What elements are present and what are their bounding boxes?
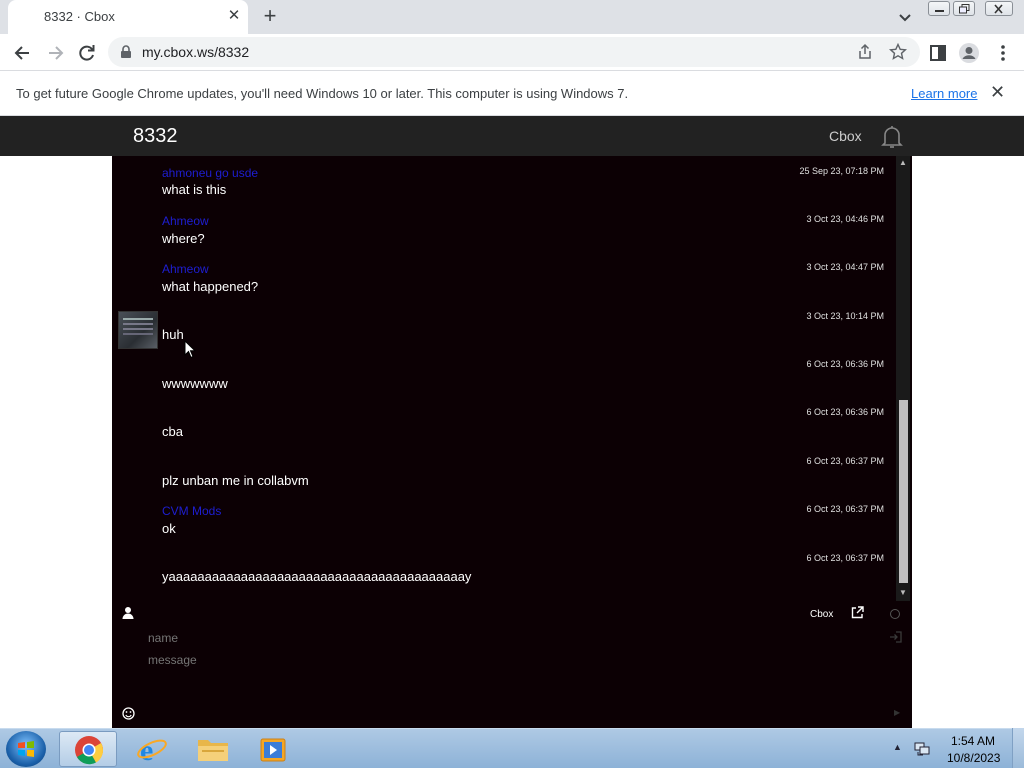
scroll-up-icon[interactable]: ▲ [898,158,908,167]
tab-strip: 8332 · Cbox ✕ + [0,0,1024,34]
new-tab-button[interactable]: + [258,5,282,29]
show-desktop-button[interactable] [1012,728,1024,768]
bookmark-star-icon[interactable] [889,43,907,61]
message-input[interactable] [148,653,848,667]
message-text: plz unban me in collabvm [162,473,309,488]
tab-close-icon[interactable]: ✕ [224,6,244,26]
close-icon [994,4,1003,14]
tray-expand-icon[interactable]: ▲ [893,742,902,752]
message-text: wwwwwww [162,376,228,391]
media-player-icon [260,738,286,762]
close-window-button[interactable] [985,1,1013,16]
taskbar-file-explorer[interactable] [184,731,242,767]
message-timestamp: 6 Oct 23, 06:37 PM [806,456,884,466]
message-username[interactable]: Ahmeow [162,214,209,228]
minimize-icon [935,10,944,12]
message-text: what is this [162,182,227,197]
browser-toolbar: my.cbox.ws/8332 [0,34,1024,71]
clock-time[interactable]: 1:54 AM [951,734,995,748]
start-button[interactable] [6,731,46,767]
message-text: what happened? [162,279,259,294]
back-icon[interactable] [10,40,36,66]
message-username[interactable]: CVM Mods [162,504,221,518]
cbox-brand-link[interactable]: Cbox [829,128,862,144]
message-timestamp: 6 Oct 23, 06:36 PM [806,359,884,369]
message-timestamp: 3 Oct 23, 04:47 PM [806,262,884,272]
menu-kebab-icon[interactable] [992,42,1014,64]
bell-icon[interactable] [880,124,904,150]
message-username[interactable]: ahmoneu go usde [162,166,258,180]
address-bar[interactable]: my.cbox.ws/8332 [108,37,920,67]
chat-scrollbar[interactable]: ▲ ▼ [896,156,910,601]
folder-icon [198,740,228,761]
infobar-message: To get future Google Chrome updates, you… [16,86,629,101]
login-icon[interactable] [889,631,902,643]
message-timestamp: 3 Oct 23, 04:46 PM [806,214,884,224]
name-input[interactable] [148,631,848,645]
internet-explorer-icon: e [137,734,167,767]
browser-tab[interactable]: 8332 · Cbox ✕ [8,0,248,34]
taskbar-media-player[interactable] [244,731,302,767]
user-icon[interactable] [122,606,134,620]
side-panel-icon[interactable] [927,42,949,64]
emoji-icon[interactable] [122,707,135,720]
learn-more-link[interactable]: Learn more [911,86,977,101]
windows-logo-icon [18,741,34,757]
mouse-cursor-icon [184,340,196,359]
clock-date[interactable]: 10/8/2023 [947,751,1000,765]
message-text: where? [162,231,205,246]
message-timestamp: 3 Oct 23, 10:14 PM [806,311,884,321]
restore-icon [959,4,970,14]
profile-avatar-icon[interactable] [958,42,980,64]
message-text: yaaaaaaaaaaaaaaaaaaaaaaaaaaaaaaaaaaaaaaa… [162,569,472,584]
scroll-thumb[interactable] [899,400,908,583]
forward-icon[interactable] [42,40,68,66]
reload-icon[interactable] [74,40,100,66]
composer-toolbar [112,603,912,625]
restore-button[interactable] [953,1,975,16]
network-icon[interactable] [913,740,931,758]
tab-search-icon[interactable] [894,7,916,27]
scroll-down-icon[interactable]: ▼ [898,588,908,597]
popout-icon[interactable] [851,606,864,619]
lock-icon[interactable] [120,45,132,59]
message-text: ok [162,521,176,536]
message-timestamp: 25 Sep 23, 07:18 PM [799,166,884,176]
send-icon[interactable]: ▶ [894,708,900,717]
user-avatar[interactable] [118,311,158,349]
minimize-button[interactable] [928,1,950,16]
message-username[interactable]: Ahmeow [162,262,209,276]
box-name: 8332 [133,125,178,147]
message-timestamp: 6 Oct 23, 06:37 PM [806,553,884,563]
message-text: cba [162,424,183,439]
taskbar-internet-explorer[interactable]: e [122,731,180,767]
svg-text:e: e [140,734,153,767]
chrome-icon [75,736,104,765]
url-text[interactable]: my.cbox.ws/8332 [142,44,249,60]
update-infobar: To get future Google Chrome updates, you… [0,71,1024,116]
message-timestamp: 6 Oct 23, 06:37 PM [806,504,884,514]
cbox-header: 8332 Cbox [0,116,1024,156]
share-icon[interactable] [856,43,874,61]
tab-title: 8332 · Cbox [44,9,115,24]
message-timestamp: 6 Oct 23, 06:36 PM [806,407,884,417]
windows-taskbar: e [0,728,1024,768]
infobar-close-icon[interactable]: ✕ [990,82,1005,103]
message-text: huh [162,327,184,342]
taskbar-chrome[interactable] [59,731,117,767]
cbox-footer-link[interactable]: Cbox [810,609,833,620]
status-indicator [890,609,900,619]
